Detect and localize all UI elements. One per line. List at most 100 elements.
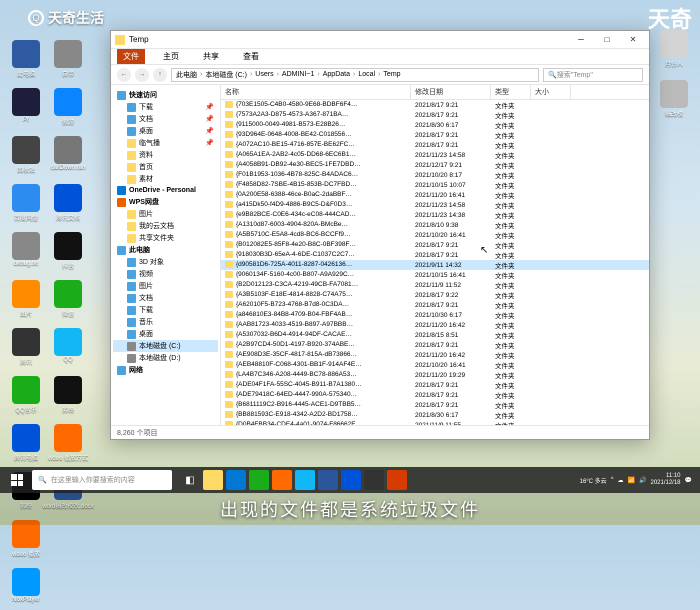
file-row[interactable]: {0A200E58-6388-46ce-B0aC-2daBBF…2021/11/… <box>221 190 649 200</box>
file-row[interactable]: {93D964E-0648-4008-BE42-C018556…2021/8/1… <box>221 130 649 140</box>
sidebar-item[interactable]: 我的云文档 <box>113 220 218 232</box>
file-row[interactable]: {a846810E3-84B8-4709-B04-FBF4AB…2021/10/… <box>221 310 649 320</box>
taskbar-app[interactable] <box>341 470 361 490</box>
network-icon[interactable]: 📶 <box>628 477 635 484</box>
breadcrumb-segment[interactable]: AppData <box>323 71 350 78</box>
file-row[interactable]: {B012082E5-85F8-4e20-B8C-0BF398F…2021/8/… <box>221 240 649 250</box>
desktop-icon[interactable]: QQ音乐 <box>8 376 44 418</box>
file-row[interactable]: {918030B3D-65eA-4-6DE-C1037C2C7…2021/8/1… <box>221 250 649 260</box>
sidebar-item[interactable]: 临气播📌 <box>113 137 218 149</box>
ribbon-view[interactable]: 查看 <box>237 49 265 64</box>
file-row[interactable]: {F01B1953-1036-4B78-825C-B4ADAC6…2021/10… <box>221 170 649 180</box>
desktop-icon[interactable]: 腾讯文档 <box>50 184 86 226</box>
desktop-icon[interactable]: QQ <box>50 328 86 370</box>
sidebar-item[interactable]: 3D 对象 <box>113 256 218 268</box>
taskbar-app[interactable] <box>295 470 315 490</box>
file-row[interactable]: {A2B97CD4-50D1-4197-B920-374ABE…2021/8/1… <box>221 340 649 350</box>
ribbon-file[interactable]: 文件 <box>117 49 145 64</box>
file-row[interactable]: {e9B82BCE-C0E6-434c-eC08-444CAD…2021/11/… <box>221 210 649 220</box>
desktop-icon[interactable]: 抖音 <box>50 232 86 274</box>
sidebar-item[interactable]: 资料 <box>113 149 218 161</box>
back-button[interactable]: ← <box>117 68 131 82</box>
titlebar[interactable]: Temp ─ □ ✕ <box>111 31 649 49</box>
taskbar-app[interactable] <box>387 470 407 490</box>
desktop-icon[interactable]: 腾讯 <box>8 328 44 370</box>
close-button[interactable]: ✕ <box>621 33 645 47</box>
sidebar-item[interactable]: 文档 <box>113 292 218 304</box>
file-row[interactable]: {ADE04F1FA-55SC-4045-B911-B7A1380…2021/8… <box>221 380 649 390</box>
taskbar-app[interactable] <box>318 470 338 490</box>
notifications-icon[interactable]: 💬 <box>685 477 692 484</box>
col-type[interactable]: 类型 <box>491 85 531 99</box>
desktop-icon[interactable]: 回收站 <box>8 136 44 178</box>
column-headers[interactable]: 名称 修改日期 类型 大小 <box>221 85 649 100</box>
sidebar-item[interactable]: 素材 <box>113 173 218 185</box>
tray-chevron-icon[interactable]: ^ <box>611 477 614 483</box>
taskbar-app[interactable] <box>249 470 269 490</box>
system-tray[interactable]: 16°C 多云 ^ ☁ 📶 🔊 11:102021/12/18 💬 <box>580 473 696 486</box>
weather-widget[interactable]: 16°C 多云 <box>580 476 607 485</box>
sidebar-item[interactable]: 快速访问 <box>113 89 218 101</box>
file-row[interactable]: {F4858D82-7SBE-4B15-853B-DC7FBD…2021/10/… <box>221 180 649 190</box>
file-row[interactable]: {BB881593C-E918-4342-A2D2-BD1758…2021/8/… <box>221 410 649 420</box>
sidebar-item[interactable]: 网络 <box>113 364 218 376</box>
file-row[interactable]: {LA4B7C346-A208-4449-BC78-886A53…2021/11… <box>221 370 649 380</box>
sidebar-item[interactable]: 下载 <box>113 304 218 316</box>
file-row[interactable]: {A62010F5-B723-4768-B7d8-0C3DA…2021/8/17… <box>221 300 649 310</box>
file-row[interactable]: {703E1505-C4B0-4580-9E68-BDBF6F4…2021/8/… <box>221 100 649 110</box>
desktop-icon[interactable]: 稿改校 <box>656 80 692 122</box>
desktop-icon[interactable]: 此电脑 <box>8 40 44 82</box>
sidebar-item[interactable]: 桌面📌 <box>113 125 218 137</box>
desktop-icon[interactable]: 图片 <box>8 280 44 322</box>
desktop-icon[interactable]: video 播放方式 <box>50 424 86 466</box>
up-button[interactable]: ↑ <box>153 68 167 82</box>
taskbar-app[interactable] <box>364 470 384 490</box>
taskbar-app[interactable] <box>226 470 246 490</box>
file-row[interactable]: {AE908D3E-35CF-4817-815A-dB73866…2021/11… <box>221 350 649 360</box>
cloud-icon[interactable]: ☁ <box>618 477 624 484</box>
forward-button[interactable]: → <box>135 68 149 82</box>
sidebar-item[interactable]: 音乐 <box>113 316 218 328</box>
breadcrumb-segment[interactable]: Users <box>255 71 273 78</box>
file-row[interactable]: {AEB48810F-C068-4301-BB1F-914AF4E…2021/1… <box>221 360 649 370</box>
sidebar-item[interactable]: 图片 <box>113 280 218 292</box>
sidebar-item[interactable]: 首页 <box>113 161 218 173</box>
breadcrumb-segment[interactable]: 此电脑 <box>176 70 197 80</box>
maximize-button[interactable]: □ <box>595 33 619 47</box>
task-view-button[interactable]: ◧ <box>180 470 200 490</box>
file-row[interactable]: {A065A1EA-2AB2-4c05-DD68-6EC6B1…2021/11/… <box>221 150 649 160</box>
sidebar[interactable]: 快速访问下载📌文档📌桌面📌临气播📌资料首页素材OneDrive - Person… <box>111 85 221 425</box>
sidebar-item[interactable]: 下载📌 <box>113 101 218 113</box>
taskbar[interactable]: 🔍 在这里输入你要搜索的内容 ◧ 16°C 多云 ^ ☁ 📶 🔊 11:1020… <box>0 467 700 493</box>
file-row[interactable]: {B6811119C2-B916-4445-ACE1-D9TBB5…2021/8… <box>221 400 649 410</box>
file-row[interactable]: {A4058B91-DB92-4e30-BEC5-1FE7DBD…2021/12… <box>221 160 649 170</box>
desktop-icon[interactable]: 自带 <box>50 40 86 82</box>
file-row[interactable]: {A072AC10-BE15-4716-857E-BE62FC…2021/8/1… <box>221 140 649 150</box>
file-row[interactable]: {B2D012123-C3CA-4219-49CB-FA7081…2021/11… <box>221 280 649 290</box>
sidebar-item[interactable]: 本地磁盘 (C:) <box>113 340 218 352</box>
minimize-button[interactable]: ─ <box>569 33 593 47</box>
file-row[interactable]: {d90581D6-725A-4011-8287-0426136…2021/9/… <box>221 260 649 270</box>
volume-icon[interactable]: 🔊 <box>639 477 646 484</box>
desktop-icon[interactable]: NoxPlayer <box>8 568 44 610</box>
taskbar-app[interactable] <box>203 470 223 490</box>
file-list[interactable]: 名称 修改日期 类型 大小 {703E1505-C4B0-4580-9E68-B… <box>221 85 649 425</box>
sidebar-item[interactable]: 此电脑 <box>113 244 218 256</box>
file-row[interactable]: {9115000-0049-4981-B573-E28B26…2021/8/30… <box>221 120 649 130</box>
col-name[interactable]: 名称 <box>221 85 411 99</box>
col-date[interactable]: 修改日期 <box>411 85 491 99</box>
file-row[interactable]: {9060134F-5160-4c00-B807-A9A929C…2021/10… <box>221 270 649 280</box>
file-row[interactable]: {ADE79418C-64ED-4447-990A-575340…2021/8/… <box>221 390 649 400</box>
sidebar-item[interactable]: 共享文件夹 <box>113 232 218 244</box>
desktop-icon[interactable]: 月份人 <box>656 30 692 72</box>
breadcrumb-segment[interactable]: Local <box>358 71 375 78</box>
desktop-icon[interactable]: callDown.ran <box>50 136 86 178</box>
breadcrumb[interactable]: 此电脑›本地磁盘 (C:)›Users›ADMINI~1›AppData›Loc… <box>171 68 539 82</box>
file-row[interactable]: {A1310d87-6003-4904-820A-BMcBe…2021/8/10… <box>221 220 649 230</box>
sidebar-item[interactable]: 图片 <box>113 208 218 220</box>
file-row[interactable]: {A5307032-B6D4-4914-94DF-CACAE…2021/8/15… <box>221 330 649 340</box>
desktop-icon[interactable]: 傲游 <box>50 88 86 130</box>
desktop-icon[interactable]: 百度网盘 <box>8 184 44 226</box>
ribbon-share[interactable]: 共享 <box>197 49 225 64</box>
sidebar-item[interactable]: OneDrive - Personal <box>113 185 218 196</box>
